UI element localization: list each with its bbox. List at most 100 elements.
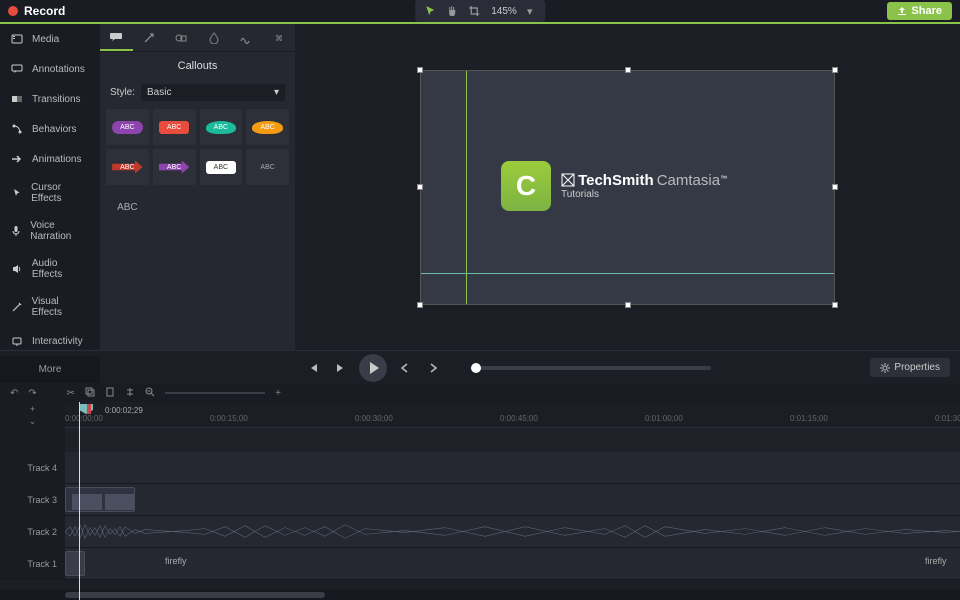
sidebar-item-animations[interactable]: Animations	[0, 144, 100, 174]
track-label[interactable]: Track 2	[0, 516, 65, 547]
sidebar-item-label: Behaviors	[32, 124, 76, 135]
sidebar-item-audio-effects[interactable]: Audio Effects	[0, 250, 100, 288]
callout-rounded-purple[interactable]: ABC	[106, 109, 149, 145]
next-marker-button[interactable]	[423, 358, 443, 378]
canvas-content[interactable]: C TechSmith Camtasia™ Tutorials	[501, 161, 727, 211]
playhead-line[interactable]	[79, 402, 80, 600]
tab-arrows[interactable]	[133, 24, 166, 51]
scrollbar-thumb[interactable]	[65, 592, 325, 598]
sidebar-item-label: Visual Effects	[32, 296, 90, 318]
resize-handle[interactable]	[417, 184, 423, 190]
zoom-out-button[interactable]	[145, 387, 155, 400]
annotation-tabs: ⌘	[100, 24, 295, 52]
properties-button[interactable]: Properties	[870, 358, 950, 377]
tab-keystroke[interactable]: ⌘	[263, 24, 296, 51]
sidebar-item-voice-narration[interactable]: Voice Narration	[0, 212, 100, 250]
timeline-scrollbar[interactable]	[0, 590, 960, 600]
crop-tool-icon[interactable]	[465, 2, 483, 20]
tools-sidebar: Media Annotations Transitions Behaviors …	[0, 24, 100, 350]
annotations-panel: ⌘ Callouts Style: Basic ▾ ABC ABC ABC AB…	[100, 24, 295, 350]
tab-blur[interactable]	[198, 24, 231, 51]
resize-handle[interactable]	[417, 67, 423, 73]
resize-handle[interactable]	[625, 302, 631, 308]
callout-speech-red[interactable]: ABC	[153, 109, 196, 145]
track-label[interactable]: Track 4	[0, 452, 65, 483]
sidebar-item-annotations[interactable]: Annotations	[0, 54, 100, 84]
resize-handle[interactable]	[832, 184, 838, 190]
select-tool-icon[interactable]	[421, 2, 439, 20]
sidebar-item-transitions[interactable]: Transitions	[0, 84, 100, 114]
sidebar-item-label: Voice Narration	[30, 220, 90, 242]
canvas-area[interactable]: C TechSmith Camtasia™ Tutorials	[295, 24, 960, 350]
tab-callouts[interactable]	[100, 24, 133, 51]
pan-tool-icon[interactable]	[443, 2, 461, 20]
resize-handle[interactable]	[625, 67, 631, 73]
track-label[interactable]: Track 3	[0, 484, 65, 515]
track-content[interactable]: firefly firefly	[65, 548, 960, 579]
collapse-button[interactable]: ⌄	[29, 416, 37, 427]
record-label: Record	[24, 4, 65, 18]
sidebar-item-visual-effects[interactable]: Visual Effects	[0, 288, 100, 326]
copy-button[interactable]	[85, 387, 95, 400]
tab-shapes[interactable]	[165, 24, 198, 51]
record-button[interactable]: Record	[8, 4, 65, 18]
style-dropdown[interactable]: Basic ▾	[141, 84, 285, 101]
scrubber[interactable]	[471, 366, 711, 370]
video-clip[interactable]	[65, 487, 135, 512]
track-2: Track 2	[0, 516, 960, 548]
media-icon	[10, 32, 24, 46]
sidebar-item-behaviors[interactable]: Behaviors	[0, 114, 100, 144]
sidebar-item-interactivity[interactable]: Interactivity	[0, 326, 100, 356]
add-track-button[interactable]: +	[30, 404, 35, 414]
sidebar-more[interactable]: More	[0, 356, 100, 383]
callout-cloud-orange[interactable]: ABC	[246, 109, 289, 145]
track-content[interactable]	[65, 516, 960, 547]
sidebar-item-media[interactable]: Media	[0, 24, 100, 54]
zoom-in-button[interactable]: +	[275, 388, 281, 399]
timeline-header: + ⌄ 0:00:02;29 0:00:00;00 0:00:15;00 0:0…	[0, 402, 960, 428]
mic-icon	[10, 224, 22, 238]
track-label[interactable]: Track 1	[0, 548, 65, 579]
next-frame-button[interactable]	[331, 358, 351, 378]
tick: 0:01:00;00	[645, 414, 683, 423]
prev-marker-button[interactable]	[395, 358, 415, 378]
main-area: Media Annotations Transitions Behaviors …	[0, 24, 960, 350]
behaviors-icon	[10, 122, 24, 136]
callout-arrow-red[interactable]: ABC	[106, 149, 149, 185]
resize-handle[interactable]	[417, 302, 423, 308]
canvas[interactable]: C TechSmith Camtasia™ Tutorials	[420, 70, 835, 305]
prev-frame-button[interactable]	[303, 358, 323, 378]
cut-button[interactable]: ✂	[67, 388, 75, 399]
audio-clip[interactable]	[65, 551, 85, 576]
tick: 0:00:00;00	[65, 414, 103, 423]
zoom-slider[interactable]	[165, 392, 265, 394]
brand-mark-icon	[561, 173, 575, 187]
properties-label: Properties	[894, 362, 940, 373]
timeline-ruler[interactable]: 0:00:02;29 0:00:00;00 0:00:15;00 0:00:30…	[65, 402, 960, 428]
redo-button[interactable]: ↷	[28, 388, 36, 399]
tab-sketch[interactable]	[230, 24, 263, 51]
timecode: 0:00:02;29	[105, 406, 143, 415]
zoom-level[interactable]: 145%	[491, 6, 517, 17]
track-content[interactable]	[65, 484, 960, 515]
callout-rect-white[interactable]: ABC	[200, 149, 243, 185]
split-button[interactable]	[125, 387, 135, 400]
callout-text-plain[interactable]: ABC	[246, 149, 289, 185]
callout-cloud-teal[interactable]: ABC	[200, 109, 243, 145]
scrubber-handle[interactable]	[471, 363, 481, 373]
play-button[interactable]	[359, 354, 387, 382]
speaker-icon	[10, 262, 24, 276]
audio-waveform[interactable]	[65, 519, 960, 544]
playhead-marker-end[interactable]	[87, 404, 91, 414]
callout-text-plain-2[interactable]: ABC	[106, 189, 149, 225]
track-content[interactable]	[65, 452, 960, 483]
callout-arrow-purple[interactable]: ABC	[153, 149, 196, 185]
undo-button[interactable]: ↶	[10, 388, 18, 399]
sidebar-item-cursor-effects[interactable]: Cursor Effects	[0, 174, 100, 212]
share-button[interactable]: Share	[887, 2, 952, 20]
chevron-down-icon[interactable]: ▾	[521, 2, 539, 20]
paste-button[interactable]	[105, 387, 115, 400]
resize-handle[interactable]	[832, 67, 838, 73]
sidebar-item-label: Media	[32, 34, 59, 45]
resize-handle[interactable]	[832, 302, 838, 308]
